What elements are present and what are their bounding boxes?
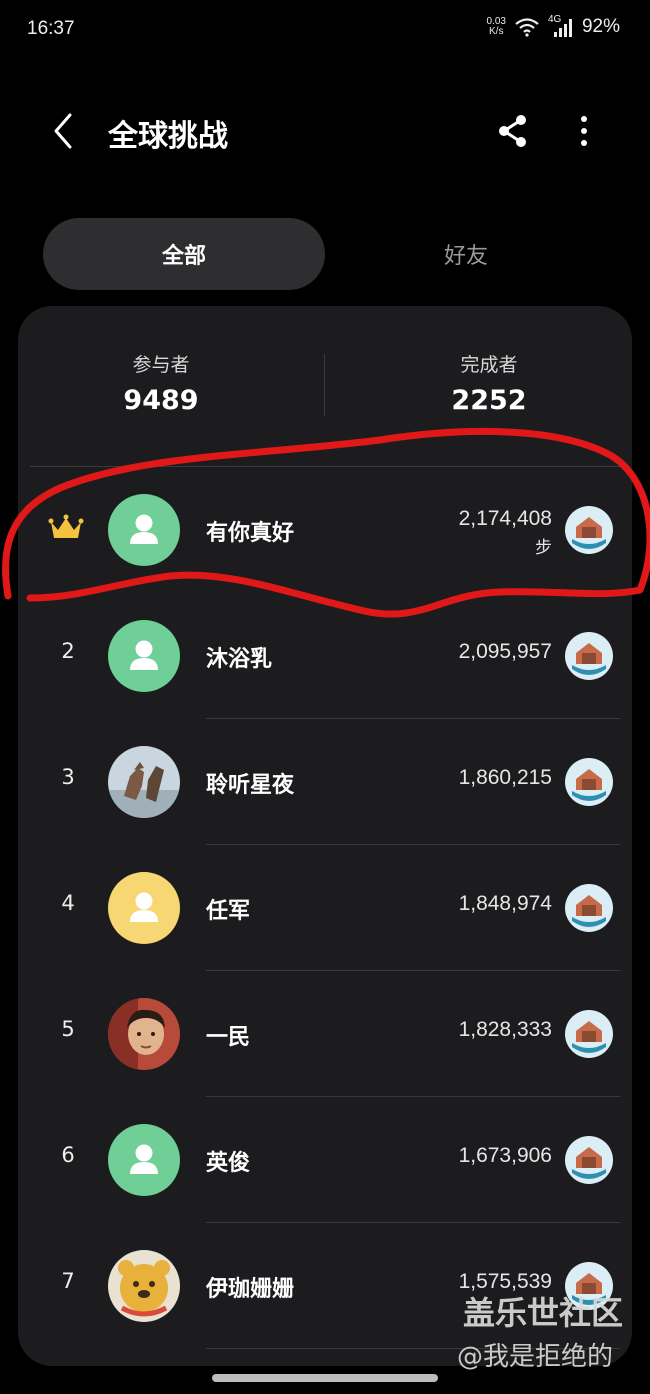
step-count: 1,848,974 <box>458 892 552 915</box>
user-name: 英俊 <box>206 1151 251 1176</box>
tab-all[interactable]: 全部 <box>43 218 325 290</box>
battery-level: 92% <box>581 16 620 37</box>
status-right: 0.03 K/s 4G 92% <box>487 14 620 38</box>
leaderboard-row[interactable]: 5 一民 1,828,333 <box>18 971 632 1097</box>
finishers-value: 2252 <box>451 385 527 416</box>
avatar[interactable] <box>108 620 180 692</box>
user-name: 任军 <box>206 899 251 924</box>
rank-number: 5 <box>61 1017 75 1041</box>
leaderboard-row[interactable]: 2 沐浴乳 2,095,957 <box>18 593 632 719</box>
more-options-button[interactable] <box>570 113 598 149</box>
stats-divider <box>324 354 325 416</box>
back-button[interactable] <box>48 111 78 151</box>
watermark-user: @我是拒绝的 <box>457 1342 614 1372</box>
participants-label: 参与者 <box>132 354 190 376</box>
tab-friends[interactable]: 好友 <box>325 218 607 290</box>
user-name: 聆听星夜 <box>206 773 295 798</box>
net-speed: 0.03 K/s <box>487 17 506 37</box>
step-count: 1,673,906 <box>458 1144 552 1167</box>
step-count: 2,095,957 <box>458 640 552 663</box>
leaderboard-row[interactable]: 4 任军 1,848,974 <box>18 845 632 971</box>
step-count: 1,860,215 <box>458 766 552 789</box>
page-title: 全球挑战 <box>108 119 228 154</box>
user-name: 沐浴乳 <box>206 647 273 672</box>
crown-icon <box>48 514 84 538</box>
user-name: 有你真好 <box>206 521 295 546</box>
participants-stat: 参与者 9489 <box>18 350 304 416</box>
home-indicator[interactable] <box>212 1374 438 1382</box>
status-bar: 16:37 0.03 K/s 4G 92% <box>0 0 650 60</box>
rank-number: 7 <box>61 1269 75 1293</box>
leaderboard-row[interactable]: 有你真好 2,174,408 步 <box>18 467 632 593</box>
challenge-badge-icon <box>565 1136 613 1184</box>
cell-signal-icon: 4G <box>548 14 574 38</box>
participants-value: 9489 <box>123 385 199 416</box>
user-name: 一民 <box>206 1025 251 1050</box>
status-time: 16:37 <box>27 18 75 39</box>
wifi-icon <box>514 17 540 37</box>
rank-number: 2 <box>61 639 75 663</box>
avatar[interactable] <box>108 494 180 566</box>
finishers-label: 完成者 <box>460 354 518 376</box>
share-button[interactable] <box>496 113 530 149</box>
rank-number: 6 <box>61 1143 75 1167</box>
watermark-title: 盖乐世社区 <box>463 1294 624 1332</box>
leaderboard-row[interactable]: 6 英俊 1,673,906 <box>18 1097 632 1223</box>
tab-bar: 全部 好友 <box>43 218 607 290</box>
avatar[interactable] <box>108 746 180 818</box>
avatar[interactable] <box>108 998 180 1070</box>
rank-number: 4 <box>61 891 75 915</box>
avatar[interactable] <box>108 872 180 944</box>
challenge-badge-icon <box>565 632 613 680</box>
step-count: 2,174,408 <box>458 507 552 530</box>
challenge-badge-icon <box>565 1010 613 1058</box>
challenge-badge-icon <box>565 758 613 806</box>
leaderboard-card: 参与者 9489 完成者 2252 有你真好 2,174,408 步 2 沐浴乳… <box>18 306 632 1366</box>
leaderboard-row[interactable]: 3 聆听星夜 1,860,215 <box>18 719 632 845</box>
rank-number: 3 <box>61 765 75 789</box>
finishers-stat: 完成者 2252 <box>346 350 632 416</box>
app-bar: 全球挑战 <box>0 95 650 170</box>
more-vertical-icon <box>581 116 587 146</box>
challenge-badge-icon <box>565 884 613 932</box>
step-count: 1,828,333 <box>458 1018 552 1041</box>
net-speed-unit: K/s <box>489 26 504 37</box>
challenge-badge-icon <box>565 506 613 554</box>
step-unit: 步 <box>535 538 552 558</box>
avatar[interactable] <box>108 1250 180 1322</box>
share-icon <box>499 115 526 147</box>
stats-panel: 参与者 9489 完成者 2252 <box>18 306 632 466</box>
avatar[interactable] <box>108 1124 180 1196</box>
user-name: 伊珈姗姗 <box>206 1277 295 1302</box>
chevron-left-icon <box>54 113 72 149</box>
